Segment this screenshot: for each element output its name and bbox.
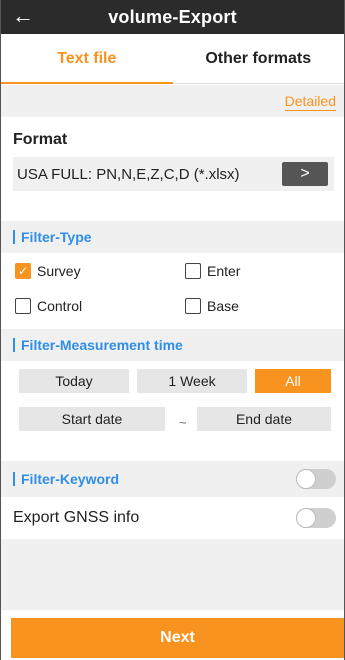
detailed-row: Detailed: [1, 85, 344, 117]
filter-keyword-toggle[interactable]: [296, 469, 336, 489]
checkbox-box: [15, 298, 31, 314]
detailed-link[interactable]: Detailed: [284, 93, 336, 111]
section-marker: [13, 230, 15, 244]
checkbox-survey-label: Survey: [37, 263, 81, 279]
filter-keyword-row: Filter-Keyword: [1, 461, 344, 497]
range-all[interactable]: All: [255, 369, 331, 393]
app-bar: ← volume-Export: [1, 0, 344, 34]
checkbox-control[interactable]: Control: [15, 298, 82, 314]
next-button[interactable]: Next: [11, 618, 344, 658]
range-1-week[interactable]: 1 Week: [137, 369, 247, 393]
checkbox-enter-label: Enter: [207, 263, 241, 279]
section-marker: [13, 338, 15, 352]
format-section: Format USA FULL: PN,N,E,Z,C,D (*.xlsx) >: [1, 117, 344, 221]
checkbox-enter[interactable]: Enter: [185, 263, 240, 279]
checkbox-control-label: Control: [37, 298, 83, 314]
tab-text-file[interactable]: Text file: [1, 34, 173, 84]
checkbox-base[interactable]: Base: [185, 298, 239, 314]
toggle-knob: [296, 508, 316, 528]
chevron-right-icon[interactable]: >: [282, 162, 328, 186]
export-settings: Detailed Format USA FULL: PN,N,E,Z,C,D (…: [1, 85, 344, 610]
date-separator: ~: [179, 415, 187, 430]
chevron-glyph: >: [300, 165, 310, 182]
gnss-toggle[interactable]: [296, 508, 336, 528]
gnss-label: Export GNSS info: [13, 509, 140, 526]
checkbox-box: [185, 263, 201, 279]
format-value: USA FULL: PN,N,E,Z,C,D (*.xlsx): [17, 165, 240, 183]
filter-type-label: Filter-Type: [21, 229, 92, 245]
gnss-row: Export GNSS info: [1, 497, 344, 539]
end-date-field[interactable]: End date: [197, 407, 331, 431]
filter-type-options: ✓ Survey Enter Control Base: [1, 253, 344, 329]
start-date-field[interactable]: Start date: [19, 407, 165, 431]
back-arrow-icon[interactable]: ←: [11, 4, 35, 28]
filter-time-header: Filter-Measurement time: [1, 329, 344, 361]
tab-bar: Text file Other formats: [1, 34, 344, 84]
format-label: Format: [13, 131, 68, 148]
checkbox-survey[interactable]: ✓ Survey: [15, 263, 81, 279]
checkmark-icon: ✓: [15, 263, 31, 279]
format-selector[interactable]: USA FULL: PN,N,E,Z,C,D (*.xlsx) >: [13, 157, 334, 191]
filter-keyword-label: Filter-Keyword: [21, 471, 120, 487]
checkbox-box: [185, 298, 201, 314]
checkbox-base-label: Base: [207, 298, 239, 314]
filter-time-options: Today 1 Week All Start date ~ End date: [1, 361, 344, 461]
section-marker: [13, 472, 15, 486]
toggle-knob: [296, 469, 316, 489]
filter-time-label: Filter-Measurement time: [21, 337, 183, 353]
tab-other-formats[interactable]: Other formats: [173, 34, 345, 83]
range-today[interactable]: Today: [19, 369, 129, 393]
page-title: volume-Export: [108, 6, 237, 27]
filter-type-header: Filter-Type: [1, 221, 344, 253]
